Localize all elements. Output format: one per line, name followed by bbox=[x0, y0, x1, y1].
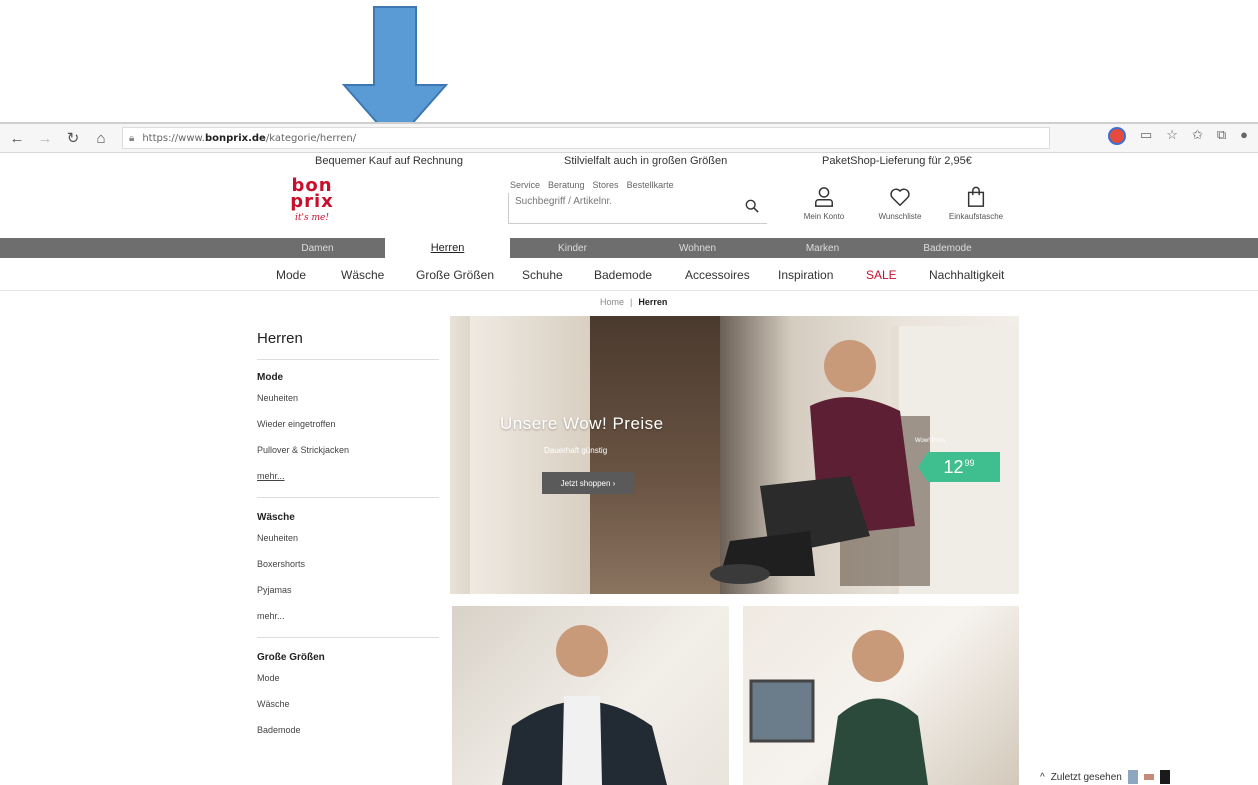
subnav-grosse-groessen[interactable]: Große Größen bbox=[416, 268, 494, 282]
wishlist-label: Wunschliste bbox=[878, 212, 922, 221]
reader-view-icon[interactable]: ▭ bbox=[1140, 127, 1152, 145]
reload-icon[interactable]: ↻ bbox=[62, 127, 84, 149]
order-card-link[interactable]: Bestellkarte bbox=[627, 180, 674, 190]
promo-item: PaketShop-Lieferung für 2,95€ bbox=[822, 155, 972, 167]
stores-link[interactable]: Stores bbox=[593, 180, 619, 190]
hero-subtitle: Dauerhaft günstig bbox=[544, 446, 608, 455]
service-links: Service Beratung Stores Bestellkarte bbox=[510, 180, 674, 190]
hero-title: Unsere Wow! Preise bbox=[500, 414, 664, 433]
recently-viewed[interactable]: ^ Zuletzt gesehen bbox=[1040, 770, 1170, 784]
advice-link[interactable]: Beratung bbox=[548, 180, 585, 190]
subnav-waesche[interactable]: Wäsche bbox=[341, 268, 384, 282]
sidebar-title: Herren bbox=[257, 330, 439, 360]
price-tag: 12 99 bbox=[918, 452, 1000, 482]
browser-actions: ▭ ☆ ✩ ⧉ ● bbox=[1107, 127, 1248, 145]
sidebar-divider bbox=[257, 637, 439, 638]
tab-damen[interactable]: Damen bbox=[255, 238, 380, 258]
address-bar[interactable]: 🔒︎ https://www.bonprix.de/kategorie/herr… bbox=[122, 127, 1050, 149]
subnav-schuhe[interactable]: Schuhe bbox=[522, 268, 563, 282]
breadcrumb-separator: | bbox=[630, 297, 633, 307]
price-cents: 99 bbox=[964, 458, 975, 468]
breadcrumb-current: Herren bbox=[638, 297, 668, 307]
search-icon[interactable] bbox=[745, 199, 759, 213]
back-icon[interactable]: ← bbox=[6, 127, 28, 149]
account-label: Mein Konto bbox=[803, 212, 845, 221]
favorites-icon[interactable]: ✩ bbox=[1192, 127, 1203, 145]
extension-icon[interactable] bbox=[1107, 127, 1126, 145]
tab-bademode[interactable]: Bademode bbox=[885, 238, 1010, 258]
home-icon[interactable]: ⌂ bbox=[90, 127, 112, 149]
recent-thumbnail[interactable] bbox=[1127, 770, 1138, 784]
product-image-shirt bbox=[749, 630, 928, 785]
lock-icon: 🔒︎ bbox=[129, 132, 135, 144]
sidebar-link[interactable]: Pyjamas bbox=[257, 585, 439, 595]
forward-icon[interactable]: → bbox=[34, 127, 56, 149]
sidebar-link[interactable]: Boxershorts bbox=[257, 559, 439, 569]
wishlist-button[interactable]: Wunschliste bbox=[871, 186, 929, 221]
hero-model-image bbox=[710, 340, 930, 586]
recently-viewed-label: Zuletzt gesehen bbox=[1050, 771, 1122, 783]
header-icons: Mein Konto Wunschliste Einkaufstasche bbox=[795, 186, 1005, 221]
recent-thumbnail[interactable] bbox=[1143, 774, 1154, 780]
shopping-bag-icon bbox=[967, 186, 985, 207]
search-input[interactable] bbox=[513, 195, 727, 208]
promo-bar: Bequemer Kauf auf Rechnung Stilvielfalt … bbox=[0, 150, 1258, 174]
profile-icon[interactable]: ● bbox=[1240, 127, 1248, 145]
subnav-mode[interactable]: Mode bbox=[276, 268, 306, 282]
sidebar-divider bbox=[257, 497, 439, 498]
sidebar-more-link[interactable]: mehr... bbox=[257, 471, 439, 481]
product-image-jacket bbox=[502, 625, 667, 785]
user-icon bbox=[815, 187, 833, 207]
subnav-accessoires[interactable]: Accessoires bbox=[685, 268, 750, 282]
shopping-bag-label: Einkaufstasche bbox=[948, 212, 1004, 221]
browser-toolbar: ← → ↻ ⌂ 🔒︎ https://www.bonprix.de/katego… bbox=[0, 122, 1258, 153]
tab-marken[interactable]: Marken bbox=[760, 238, 885, 258]
promo-item: Stilvielfalt auch in großen Größen bbox=[564, 155, 728, 167]
hero-door-image bbox=[470, 316, 590, 594]
product-tile[interactable] bbox=[743, 606, 1019, 785]
promo-item: Bequemer Kauf auf Rechnung bbox=[315, 155, 463, 167]
account-button[interactable]: Mein Konto bbox=[795, 186, 853, 221]
subnav-sale[interactable]: SALE bbox=[866, 268, 897, 282]
chevron-up-icon: ^ bbox=[1040, 771, 1045, 783]
subnav-nachhaltigkeit[interactable]: Nachhaltigkeit bbox=[929, 268, 1004, 282]
bookmark-star-icon[interactable]: ☆ bbox=[1166, 127, 1178, 145]
service-link[interactable]: Service bbox=[510, 180, 540, 190]
search-box bbox=[508, 193, 767, 224]
sidebar-link[interactable]: Wieder eingetroffen bbox=[257, 419, 439, 429]
bonprix-logo[interactable]: bon prix it's me! bbox=[282, 177, 342, 230]
sidebar-heading-mode[interactable]: Mode bbox=[257, 372, 439, 383]
collections-icon[interactable]: ⧉ bbox=[1217, 127, 1226, 145]
sub-navigation: Mode Wäsche Große Größen Schuhe Bademode… bbox=[0, 260, 1258, 291]
shop-now-button[interactable]: Jetzt shoppen › bbox=[542, 472, 634, 494]
sidebar-link[interactable]: Mode bbox=[257, 673, 439, 683]
url-text: https://www.bonprix.de/kategorie/herren/ bbox=[142, 132, 357, 144]
product-tile[interactable] bbox=[452, 606, 729, 785]
sidebar-link[interactable]: Neuheiten bbox=[257, 393, 439, 403]
price-main: 12 bbox=[943, 456, 964, 477]
sidebar-more-link[interactable]: mehr... bbox=[257, 611, 439, 621]
tab-kinder[interactable]: Kinder bbox=[510, 238, 635, 258]
tab-herren[interactable]: Herren bbox=[385, 238, 510, 258]
subnav-inspiration[interactable]: Inspiration bbox=[778, 268, 833, 282]
sidebar-link[interactable]: Pullover & Strickjacken bbox=[257, 445, 439, 455]
sidebar-link[interactable]: Wäsche bbox=[257, 699, 439, 709]
hero-banner[interactable]: Unsere Wow! Preise Dauerhaft günstig Jet… bbox=[450, 316, 1019, 594]
tab-wohnen[interactable]: Wohnen bbox=[635, 238, 760, 258]
shopping-bag-button[interactable]: Einkaufstasche bbox=[947, 186, 1005, 221]
recent-thumbnail[interactable] bbox=[1159, 770, 1170, 784]
heart-icon bbox=[890, 188, 910, 207]
sidebar-heading-grosse-groessen[interactable]: Große Größen bbox=[257, 652, 439, 663]
breadcrumb-home[interactable]: Home bbox=[600, 297, 624, 307]
sidebar-link[interactable]: Bademode bbox=[257, 725, 439, 735]
category-sidebar: Herren Mode Neuheiten Wieder eingetroffe… bbox=[257, 330, 439, 751]
subnav-bademode[interactable]: Bademode bbox=[594, 268, 652, 282]
category-bar: Damen Herren Kinder Wohnen Marken Bademo… bbox=[0, 238, 1258, 258]
sidebar-heading-waesche[interactable]: Wäsche bbox=[257, 512, 439, 523]
breadcrumb: Home | Herren bbox=[600, 297, 667, 307]
sidebar-link[interactable]: Neuheiten bbox=[257, 533, 439, 543]
price-label: Wow! Preis bbox=[915, 438, 946, 444]
